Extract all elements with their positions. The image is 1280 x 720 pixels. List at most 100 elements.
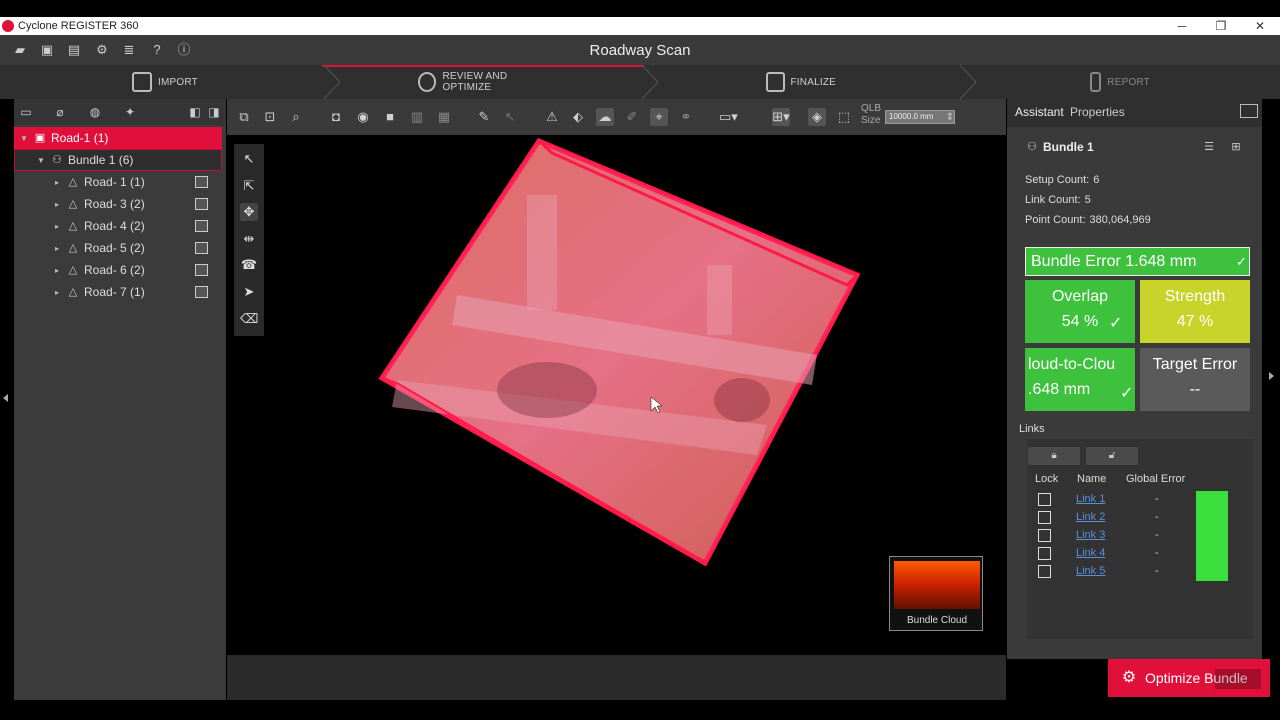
link-name[interactable]: Link 5 bbox=[1076, 565, 1105, 577]
split-view-icon[interactable]: ▥ bbox=[408, 108, 426, 126]
orbit-icon[interactable]: ✥ bbox=[240, 203, 258, 221]
lock-checkbox[interactable] bbox=[1038, 529, 1051, 542]
bundle-error-banner[interactable]: Bundle Error 1.648 mm ✓ bbox=[1025, 247, 1250, 276]
tree-item-root[interactable]: ▼ ▣ Road-1 (1) bbox=[14, 127, 222, 149]
optimize-bundle-button[interactable]: ⚙ Optimize Bundle bbox=[1108, 659, 1270, 697]
cloud-to-cloud-tile[interactable]: loud-to-Clou .648 mm ✓ bbox=[1025, 348, 1135, 411]
display-mode-dropdown-icon[interactable]: ▭▾ bbox=[719, 108, 738, 126]
link-name[interactable]: Link 3 bbox=[1076, 529, 1105, 541]
close-button[interactable]: ✕ bbox=[1241, 17, 1279, 35]
fly-icon[interactable]: ➤ bbox=[240, 283, 258, 301]
globe-tab-icon[interactable]: ◍ bbox=[86, 104, 104, 120]
tree-item-bundle[interactable]: ▼ ⚇ Bundle 1 (6) bbox=[14, 149, 222, 171]
step-finalize[interactable]: FINALIZE bbox=[766, 65, 836, 99]
tree-item-setup[interactable]: ▸ △ Road- 7 (1) bbox=[14, 281, 226, 303]
panels-icon[interactable]: ▤ bbox=[66, 42, 82, 58]
tag-icon[interactable]: ⬖ bbox=[569, 108, 587, 126]
square-icon[interactable]: ■ bbox=[381, 108, 399, 126]
save-icon[interactable]: ▣ bbox=[39, 42, 55, 58]
overlap-tile[interactable]: Overlap 54 % ✓ bbox=[1025, 280, 1135, 343]
step-report[interactable]: REPORT bbox=[1090, 65, 1150, 99]
collapse-arrow-icon[interactable]: ▼ bbox=[36, 156, 46, 165]
bundle-cloud-thumbnail[interactable]: Bundle Cloud bbox=[889, 556, 983, 631]
col-global-error[interactable]: Global Error bbox=[1126, 473, 1185, 485]
lock-link-button[interactable]: 🔒︎ bbox=[1028, 447, 1080, 465]
zoom-extents-icon[interactable]: ⌕ bbox=[287, 108, 305, 126]
collapse-arrow-icon[interactable]: ▼ bbox=[19, 134, 29, 143]
camera-icon[interactable]: ◘ bbox=[327, 108, 345, 126]
expand-arrow-icon[interactable]: ▸ bbox=[52, 244, 62, 253]
link-nodes-icon[interactable]: ⚭ bbox=[677, 108, 695, 126]
tree-item-setup[interactable]: ▸ △ Road- 1 (1) bbox=[14, 171, 226, 193]
help-icon[interactable]: ? bbox=[149, 42, 165, 58]
database-icon[interactable]: ≣ bbox=[121, 42, 137, 58]
image-icon[interactable] bbox=[195, 264, 208, 276]
multi-select-icon[interactable]: ⇱ bbox=[240, 177, 258, 195]
col-lock[interactable]: Lock bbox=[1035, 473, 1058, 485]
table-row[interactable]: Link 1 - bbox=[1027, 491, 1253, 509]
layout-dropdown-icon[interactable]: ⊞▾ bbox=[772, 108, 790, 126]
expand-tree-icon[interactable]: ◨ bbox=[205, 104, 223, 120]
link-name[interactable]: Link 4 bbox=[1076, 547, 1105, 559]
cloud-icon[interactable]: ☁ bbox=[596, 108, 614, 126]
tree-item-setup[interactable]: ▸ △ Road- 4 (2) bbox=[14, 215, 226, 237]
tree-item-setup[interactable]: ▸ △ Road- 3 (2) bbox=[14, 193, 226, 215]
grid-view-icon[interactable]: ⊞ bbox=[1228, 139, 1244, 155]
expand-arrow-icon[interactable]: ▸ bbox=[52, 222, 62, 231]
warning-icon[interactable]: ⚠ bbox=[543, 108, 561, 126]
open-folder-icon[interactable]: ▰ bbox=[12, 42, 28, 58]
eraser-icon[interactable]: ⌫ bbox=[240, 310, 258, 328]
image-icon[interactable] bbox=[195, 220, 208, 232]
expand-arrow-icon[interactable]: ▸ bbox=[52, 266, 62, 275]
table-row[interactable]: Link 5 - bbox=[1027, 563, 1253, 581]
fit-view-icon[interactable]: ⊡ bbox=[261, 108, 279, 126]
table-row[interactable]: Link 2 - bbox=[1027, 509, 1253, 527]
collapse-tree-icon[interactable]: ◧ bbox=[186, 104, 204, 120]
link-name[interactable]: Link 2 bbox=[1076, 511, 1105, 523]
cursor-tool-icon[interactable]: ↖ bbox=[501, 108, 519, 126]
measure-icon[interactable]: ✎ bbox=[475, 108, 493, 126]
expand-arrow-icon[interactable]: ▸ bbox=[52, 178, 62, 187]
tree-item-setup[interactable]: ▸ △ Road- 6 (2) bbox=[14, 259, 226, 281]
attachment-tab-icon[interactable]: ⌀ bbox=[51, 104, 69, 120]
lock-checkbox[interactable] bbox=[1038, 493, 1051, 506]
collapse-right-panel-icon[interactable] bbox=[1269, 372, 1274, 380]
restore-button[interactable]: ❐ bbox=[1202, 17, 1240, 35]
expand-arrow-icon[interactable]: ▸ bbox=[52, 288, 62, 297]
table-row[interactable]: Link 3 - bbox=[1027, 527, 1253, 545]
col-name[interactable]: Name bbox=[1077, 473, 1106, 485]
lock-checkbox[interactable] bbox=[1038, 565, 1051, 578]
tree-tab-icon[interactable]: ▭ bbox=[17, 104, 35, 120]
walk-icon[interactable]: ☎ bbox=[240, 256, 258, 274]
qlb-icon[interactable]: ⬚ bbox=[835, 108, 853, 126]
pen-icon[interactable]: ✐ bbox=[623, 108, 641, 126]
location-pin-icon[interactable]: ⌖ bbox=[650, 108, 668, 126]
stepper-icon[interactable]: ⇕ bbox=[941, 109, 959, 127]
gear-icon[interactable]: ⚙ bbox=[94, 42, 110, 58]
lock-checkbox[interactable] bbox=[1038, 511, 1051, 524]
tab-assistant[interactable]: Assistant bbox=[1015, 105, 1064, 119]
target-error-tile[interactable]: Target Error -- bbox=[1140, 348, 1250, 411]
expand-arrow-icon[interactable]: ▸ bbox=[52, 200, 62, 209]
pan-icon[interactable]: ⇹ bbox=[240, 230, 258, 248]
image-icon[interactable] bbox=[195, 198, 208, 210]
table-row[interactable]: Link 4 - bbox=[1027, 545, 1253, 563]
step-import[interactable]: IMPORT bbox=[130, 65, 200, 99]
tree-item-setup[interactable]: ▸ △ Road- 5 (2) bbox=[14, 237, 226, 259]
limit-box-icon[interactable]: ◈ bbox=[808, 108, 826, 126]
info-icon[interactable]: ⓘ bbox=[176, 42, 192, 58]
list-view-icon[interactable]: ☰ bbox=[1201, 139, 1217, 155]
select-arrow-icon[interactable]: ↖ bbox=[240, 150, 258, 168]
unlock-link-button[interactable]: 🔓︎ bbox=[1086, 447, 1138, 465]
image-icon[interactable] bbox=[195, 242, 208, 254]
collapse-left-panel-icon[interactable] bbox=[3, 394, 8, 402]
link-name[interactable]: Link 1 bbox=[1076, 493, 1105, 505]
image-icon[interactable] bbox=[195, 286, 208, 298]
image-icon[interactable] bbox=[195, 176, 208, 188]
strength-tile[interactable]: Strength 47 % bbox=[1140, 280, 1250, 343]
maximize-panel-icon[interactable] bbox=[1240, 104, 1258, 118]
step-review-optimize[interactable]: REVIEW AND OPTIMIZE bbox=[418, 65, 548, 99]
tab-properties[interactable]: Properties bbox=[1070, 105, 1125, 119]
image-view-icon[interactable]: ▦ bbox=[435, 108, 453, 126]
lock-checkbox[interactable] bbox=[1038, 547, 1051, 560]
